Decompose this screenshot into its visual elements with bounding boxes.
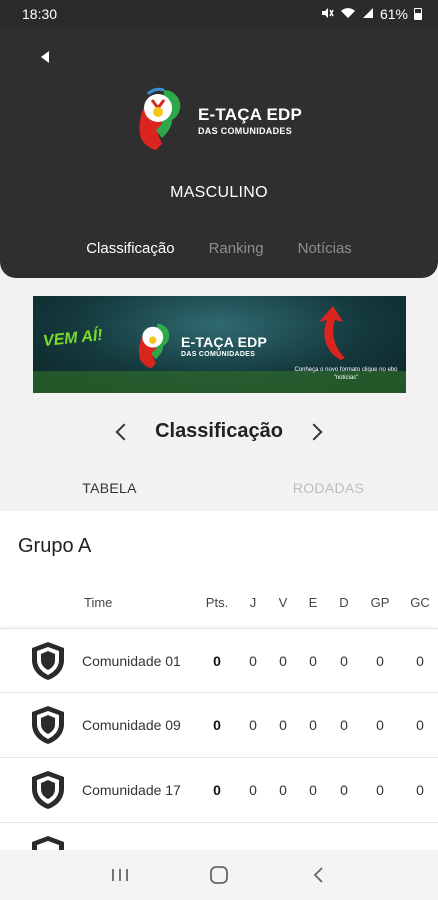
status-icons: 61%	[320, 6, 422, 22]
header-e: E	[308, 595, 318, 610]
trophy-emblem-icon	[139, 323, 170, 369]
logo-subtitle: DAS COMUNIDADES	[198, 125, 293, 136]
system-nav-bar	[0, 850, 438, 900]
standings-card: Grupo A Time Pts. J V E D GP GC Comunida…	[0, 511, 438, 874]
team-j: 0	[249, 653, 257, 669]
team-gp: 0	[376, 782, 384, 798]
group-title: Grupo A	[18, 535, 92, 557]
classification-nav: Classificação	[0, 420, 438, 443]
tab-noticias[interactable]: Notícias	[298, 240, 352, 257]
banner-logo-subtitle: DAS COMUNIDADES	[181, 351, 256, 358]
tab-ranking[interactable]: Ranking	[209, 240, 264, 257]
banner-note: Conheça o novo formato clique no ebo "no…	[294, 367, 398, 381]
team-gc: 0	[416, 653, 424, 669]
team-gp: 0	[376, 653, 384, 669]
tab-classificacao[interactable]: Classificação	[86, 240, 174, 257]
team-pts: 0	[213, 653, 221, 669]
header-j: J	[249, 595, 257, 610]
team-d: 0	[340, 717, 348, 733]
table-row[interactable]: Comunidade 09 0 0 0 0 0 0 0	[0, 692, 438, 756]
chevron-right-icon[interactable]	[305, 421, 327, 443]
home-icon[interactable]	[199, 860, 239, 890]
battery-icon	[414, 8, 422, 20]
header-v: V	[278, 595, 288, 610]
section-title: MASCULINO	[170, 184, 268, 201]
nav-back-icon[interactable]	[298, 860, 338, 890]
shield-icon	[32, 642, 64, 680]
team-e: 0	[309, 653, 317, 669]
team-gc: 0	[416, 717, 424, 733]
header-gc: GC	[410, 595, 430, 610]
team-v: 0	[279, 653, 287, 669]
team-pts: 0	[213, 782, 221, 798]
table-row[interactable]: Comunidade 17 0 0 0 0 0 0 0	[0, 757, 438, 821]
team-gc: 0	[416, 782, 424, 798]
team-gp: 0	[376, 717, 384, 733]
team-v: 0	[279, 717, 287, 733]
team-name: Comunidade 01	[82, 653, 181, 669]
team-d: 0	[340, 782, 348, 798]
subtab-rodadas[interactable]: RODADAS	[219, 480, 438, 496]
header-gp: GP	[370, 595, 390, 610]
table-header: Time Pts. J V E D GP GC	[0, 595, 438, 615]
shield-icon	[32, 706, 64, 744]
team-name: Comunidade 17	[82, 782, 181, 798]
classification-subtabs: TABELA RODADAS	[0, 480, 438, 496]
team-e: 0	[309, 717, 317, 733]
logo-title: E-TAÇA EDP	[198, 104, 302, 124]
competition-logo: E-TAÇA EDP DAS COMUNIDADES	[134, 86, 302, 154]
team-v: 0	[279, 782, 287, 798]
team-j: 0	[249, 782, 257, 798]
classification-title: Classificação	[155, 420, 283, 442]
chevron-left-icon[interactable]	[111, 421, 133, 443]
wifi-icon	[340, 6, 356, 22]
team-d: 0	[340, 653, 348, 669]
header-time: Time	[84, 595, 113, 610]
header-pts: Pts.	[205, 595, 229, 610]
team-j: 0	[249, 717, 257, 733]
status-bar: 18:30 61%	[0, 0, 438, 28]
status-time: 18:30	[22, 6, 58, 22]
battery-percent: 61%	[379, 6, 408, 22]
banner-logo-title: E-TAÇA EDP	[181, 334, 267, 350]
promo-banner[interactable]: VEM AÍ! E-TAÇA EDP DAS COMUNIDADES Conhe…	[33, 296, 406, 393]
shield-icon	[32, 771, 64, 809]
recent-apps-icon[interactable]	[100, 860, 140, 890]
header: E-TAÇA EDP DAS COMUNIDADES MASCULINO Cla…	[0, 28, 438, 278]
curved-arrow-icon	[319, 306, 345, 360]
banner-logo: E-TAÇA EDP DAS COMUNIDADES	[135, 320, 267, 372]
team-e: 0	[309, 782, 317, 798]
mute-icon	[320, 6, 334, 22]
team-name: Comunidade 09	[82, 717, 181, 733]
subtab-tabela[interactable]: TABELA	[0, 480, 219, 496]
signal-icon	[362, 6, 374, 22]
back-arrow-icon[interactable]	[30, 42, 60, 72]
header-tabs: Classificação Ranking Notícias	[0, 240, 438, 257]
team-pts: 0	[213, 717, 221, 733]
trophy-emblem-icon	[139, 87, 181, 150]
table-row[interactable]: Comunidade 01 0 0 0 0 0 0 0	[0, 628, 438, 692]
header-d: D	[339, 595, 349, 610]
